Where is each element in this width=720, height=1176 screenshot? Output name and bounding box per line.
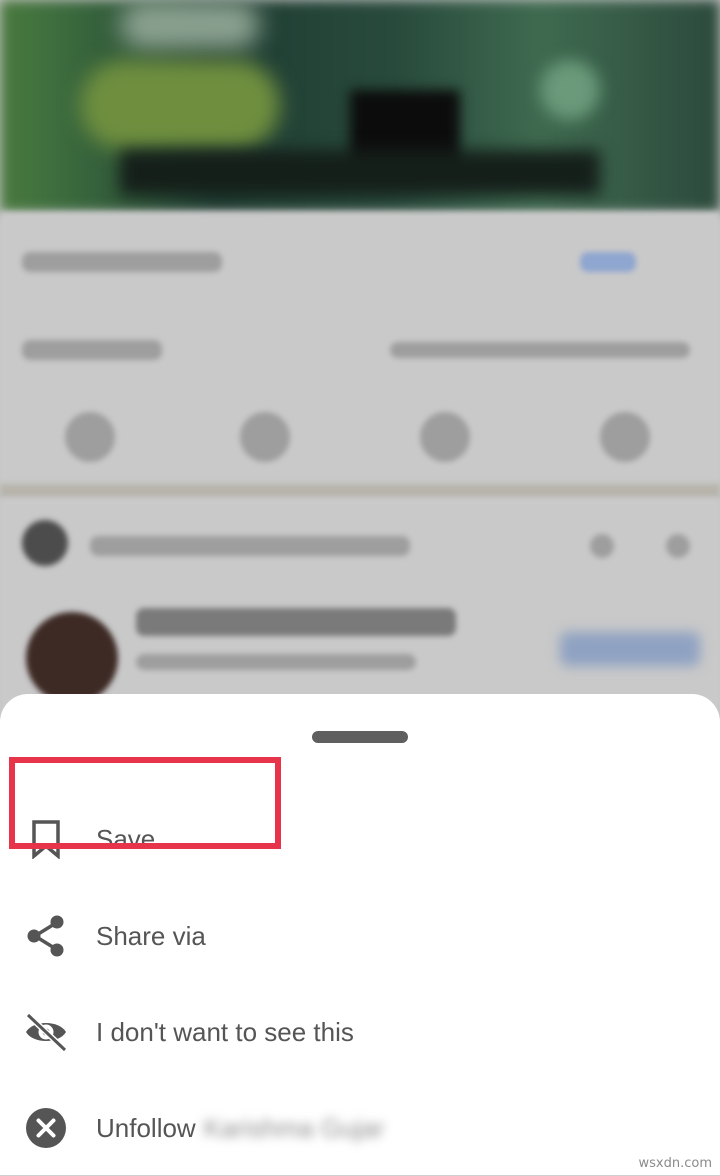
share-icon bbox=[22, 912, 70, 960]
watermark-text: wsxdn.com bbox=[638, 1156, 713, 1171]
save-highlight-box bbox=[9, 757, 281, 849]
background-feed bbox=[0, 0, 720, 720]
hide-post-label: I don't want to see this bbox=[96, 1016, 354, 1047]
post-options-sheet: Save Share via I don't want to see this … bbox=[0, 694, 720, 1175]
share-via-label: Share via bbox=[96, 920, 206, 951]
share-via-menu-item[interactable]: Share via bbox=[0, 888, 720, 984]
unfollow-user-name: Karishma Gujar bbox=[203, 1112, 385, 1143]
unfollow-label: Unfollow Karishma Gujar bbox=[96, 1113, 384, 1144]
unfollow-menu-item[interactable]: Unfollow Karishma Gujar bbox=[0, 1080, 720, 1176]
close-circle-icon bbox=[22, 1104, 70, 1152]
sheet-drag-handle[interactable] bbox=[312, 731, 408, 743]
background-post bbox=[0, 498, 720, 720]
eye-off-icon bbox=[22, 1008, 70, 1056]
unfollow-text: Unfollow bbox=[96, 1112, 196, 1143]
hide-post-menu-item[interactable]: I don't want to see this bbox=[0, 984, 720, 1080]
background-card bbox=[0, 212, 720, 490]
